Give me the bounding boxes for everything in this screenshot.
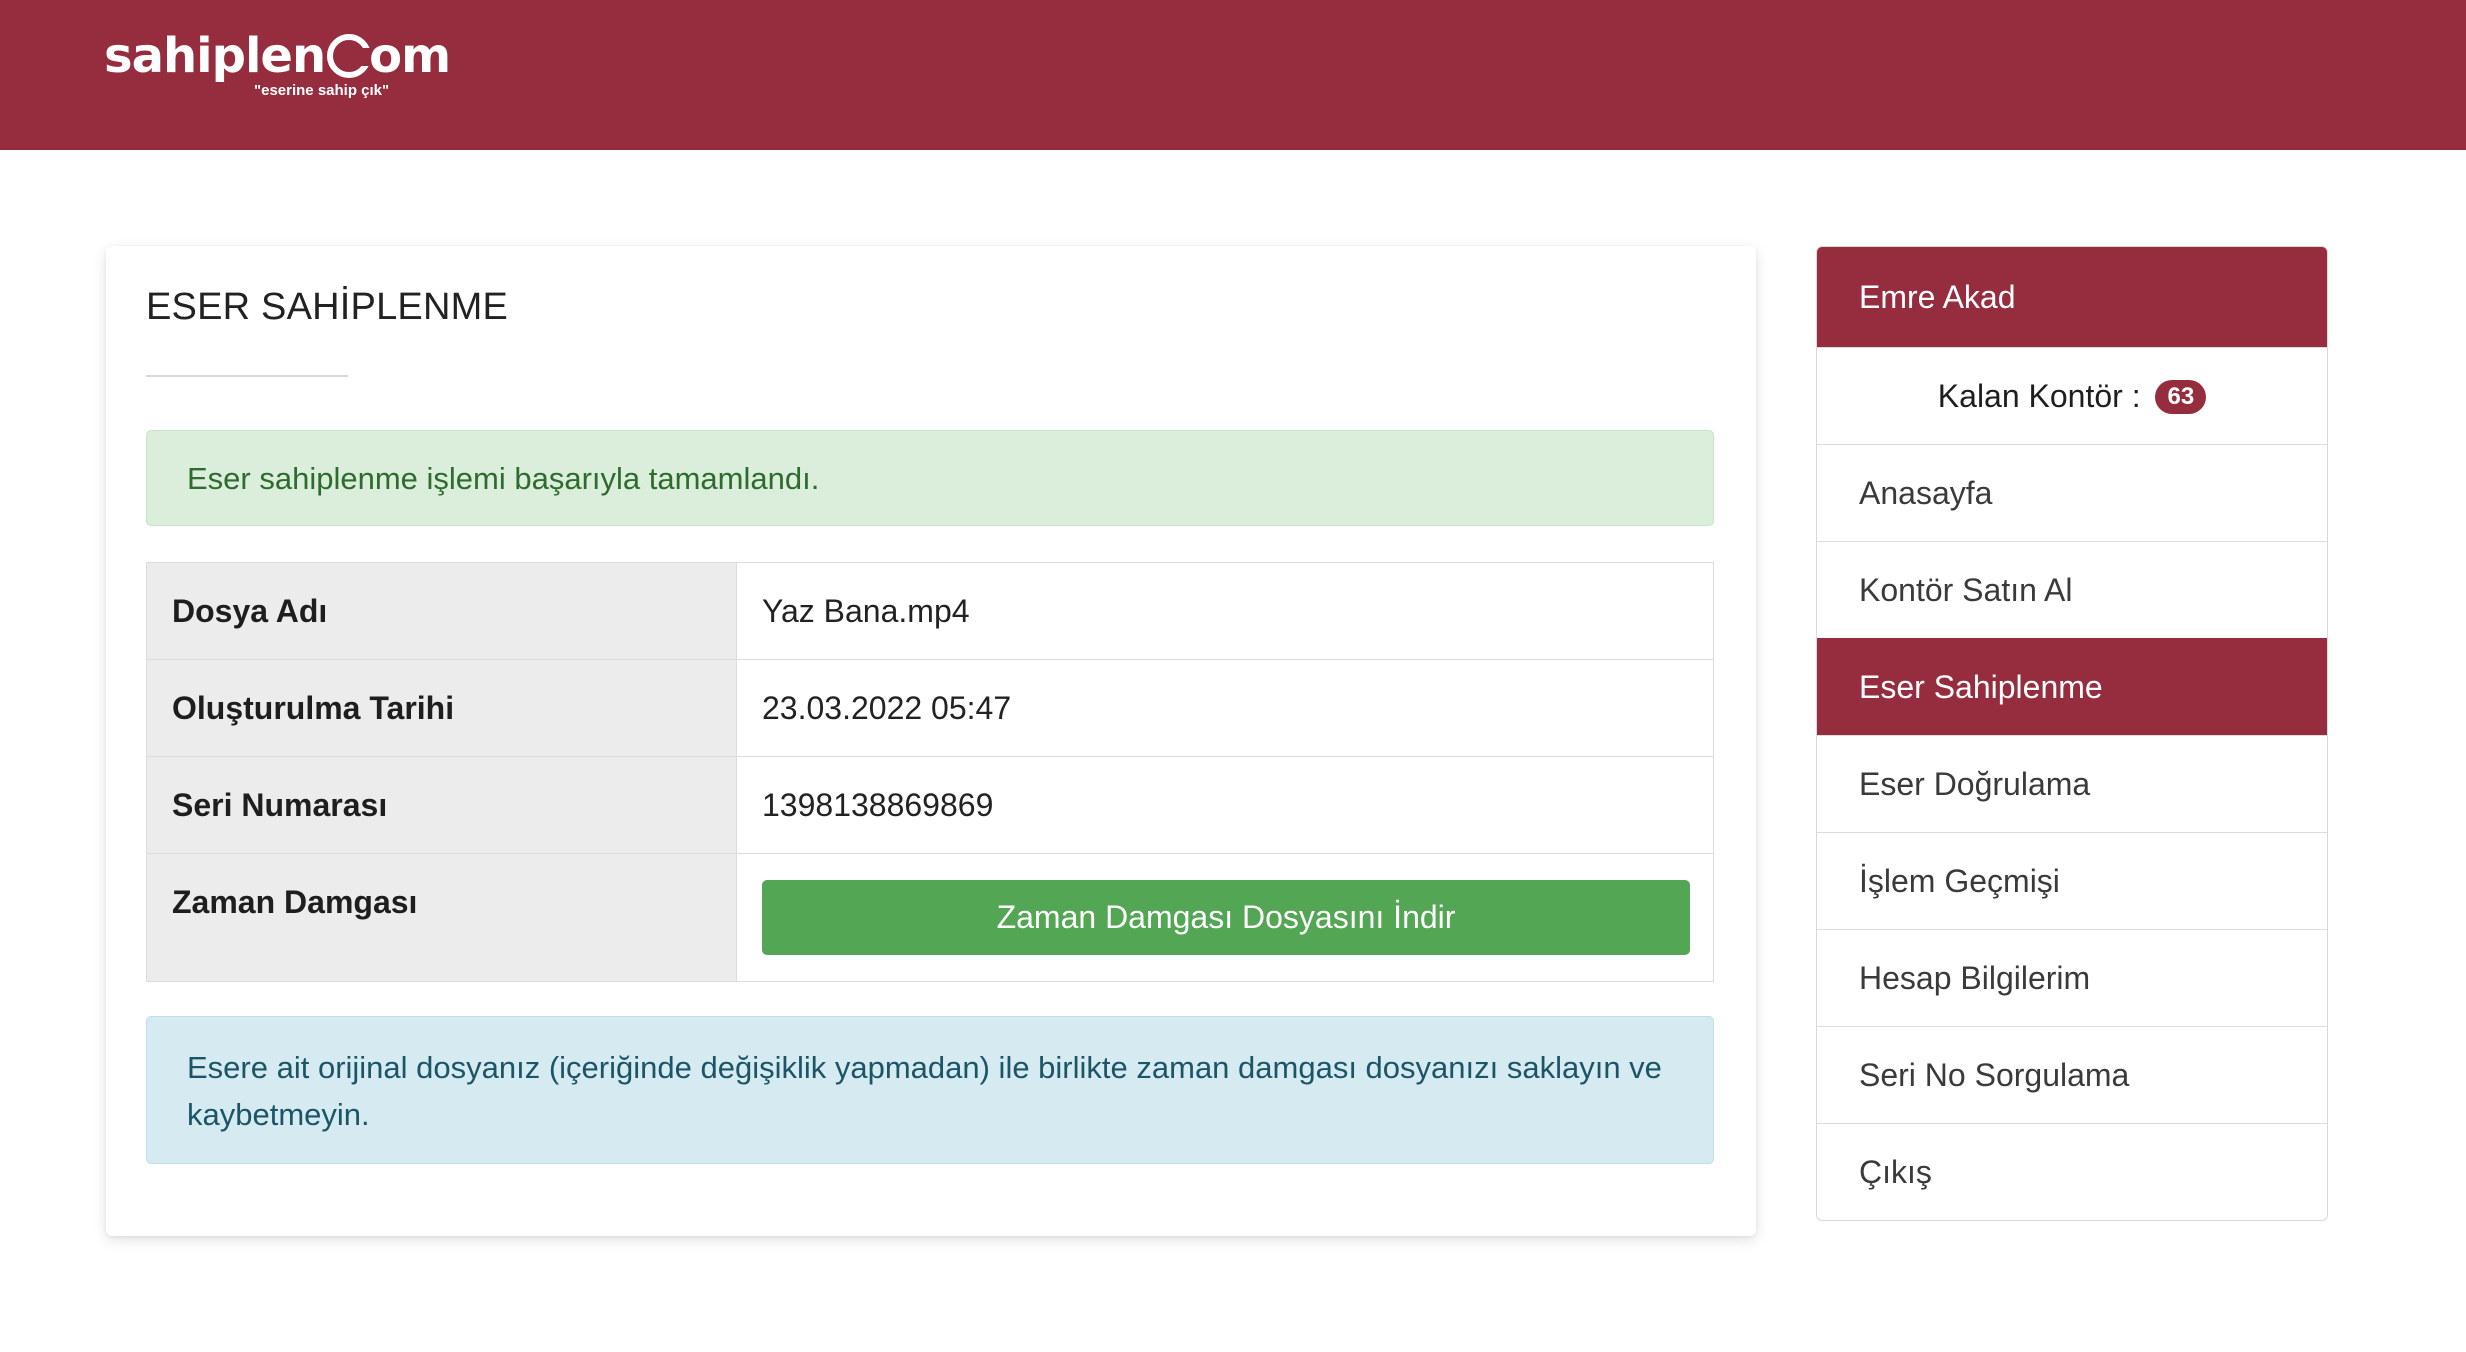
work-details-table: Dosya Adı Yaz Bana.mp4 Oluşturulma Tarih… bbox=[146, 562, 1714, 982]
table-row: Dosya Adı Yaz Bana.mp4 bbox=[146, 562, 1714, 660]
row-value-serial-number: 1398138869869 bbox=[736, 756, 1714, 854]
table-row: Seri Numarası 1398138869869 bbox=[146, 756, 1714, 854]
sidebar-item-buy-credits[interactable]: Kontör Satın Al bbox=[1817, 541, 2327, 638]
row-label-timestamp: Zaman Damgası bbox=[146, 853, 737, 982]
row-value-timestamp: Zaman Damgası Dosyasını İndir bbox=[736, 853, 1714, 982]
sidebar-item-serial-lookup[interactable]: Seri No Sorgulama bbox=[1817, 1026, 2327, 1123]
main-card: ESER SAHİPLENME Eser sahiplenme işlemi b… bbox=[106, 246, 1756, 1236]
credits-label: Kalan Kontör : bbox=[1937, 378, 2141, 414]
sidebar-item-logout[interactable]: Çıkış bbox=[1817, 1123, 2327, 1220]
top-navbar: sahiplen om "eserine sahip çık" bbox=[0, 0, 2466, 150]
info-alert: Esere ait orijinal dosyanız (içeriğinde … bbox=[146, 1016, 1714, 1164]
sidebar-item-verify-work[interactable]: Eser Doğrulama bbox=[1817, 735, 2327, 832]
row-label-serial-number: Seri Numarası bbox=[146, 756, 737, 854]
account-sidebar: Emre Akad Kalan Kontör : 63 Anasayfa Kon… bbox=[1816, 246, 2328, 1221]
row-value-file-name: Yaz Bana.mp4 bbox=[736, 562, 1714, 660]
sidebar-credits: Kalan Kontör : 63 bbox=[1817, 347, 2327, 444]
sidebar-item-home[interactable]: Anasayfa bbox=[1817, 444, 2327, 541]
table-row: Zaman Damgası Zaman Damgası Dosyasını İn… bbox=[146, 853, 1714, 982]
sidebar-item-account[interactable]: Hesap Bilgilerim bbox=[1817, 929, 2327, 1026]
download-timestamp-button[interactable]: Zaman Damgası Dosyasını İndir bbox=[762, 880, 1690, 955]
site-logo[interactable]: sahiplen om "eserine sahip çık" bbox=[104, 18, 451, 108]
sidebar-user-name: Emre Akad bbox=[1817, 247, 2327, 347]
logo-c-mark-icon bbox=[327, 34, 372, 78]
credits-badge: 63 bbox=[2155, 380, 2207, 414]
row-label-file-name: Dosya Adı bbox=[146, 562, 737, 660]
logo-wordmark: sahiplen om bbox=[104, 28, 451, 84]
logo-tagline: "eserine sahip çık" bbox=[254, 82, 390, 99]
title-divider bbox=[146, 375, 348, 377]
page-title: ESER SAHİPLENME bbox=[146, 286, 508, 328]
row-label-created-date: Oluşturulma Tarihi bbox=[146, 659, 737, 757]
table-row: Oluşturulma Tarihi 23.03.2022 05:47 bbox=[146, 659, 1714, 757]
row-value-created-date: 23.03.2022 05:47 bbox=[736, 659, 1714, 757]
success-alert: Eser sahiplenme işlemi başarıyla tamamla… bbox=[146, 430, 1714, 526]
sidebar-item-claim-work[interactable]: Eser Sahiplenme bbox=[1817, 638, 2327, 735]
sidebar-item-history[interactable]: İşlem Geçmişi bbox=[1817, 832, 2327, 929]
